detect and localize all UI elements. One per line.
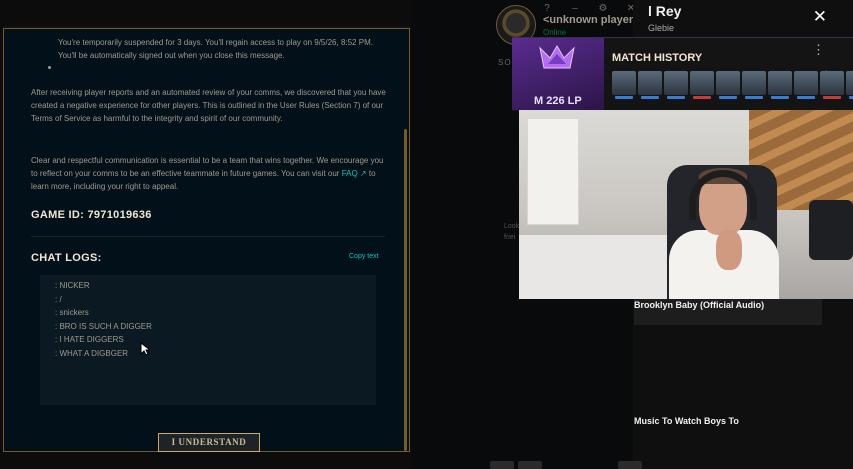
match-champion-icon[interactable]: [794, 71, 818, 99]
close-icon[interactable]: ✕: [813, 7, 827, 27]
client-window-controls: ? – ⚙ ✕: [542, 3, 636, 14]
guidance-text: Clear and respectful communication is es…: [31, 156, 384, 178]
player-control[interactable]: [518, 461, 542, 469]
player-status: Online: [543, 28, 567, 37]
game-id: GAME ID: 7971019636: [31, 209, 152, 221]
more-options-icon[interactable]: ⋮: [812, 42, 825, 58]
chat-log-box: : NICKER : / : snickers : BRO IS SUCH A …: [40, 275, 376, 405]
minimize-icon[interactable]: –: [570, 3, 580, 14]
match-champion-icon[interactable]: [846, 71, 853, 99]
suspension-notice: You're temporarily suspended for 3 days.…: [58, 38, 373, 60]
chat-line: : BRO IS SUCH A DIGGER: [55, 321, 152, 331]
chat-lines: : NICKER : / : snickers : BRO IS SUCH A …: [55, 279, 152, 360]
player-control[interactable]: [618, 461, 642, 469]
match-champion-icon[interactable]: [742, 71, 766, 99]
settings-gear-icon[interactable]: ⚙: [598, 3, 608, 14]
explanation-paragraph: After receiving player reports and an au…: [31, 88, 386, 123]
playlist-title: l Rey: [648, 3, 682, 19]
video-title-2[interactable]: Music To Watch Boys To: [634, 416, 739, 426]
chat-line: : /: [55, 294, 62, 304]
master-rank-emblem-icon: [539, 45, 575, 69]
match-champion-icon[interactable]: [716, 71, 740, 99]
match-champion-icon[interactable]: [820, 71, 844, 99]
guidance-paragraph: Clear and respectful communication is es…: [31, 154, 391, 193]
help-icon[interactable]: ?: [542, 3, 552, 14]
match-champion-icon[interactable]: [638, 71, 662, 99]
chat-line: : WHAT A DIGBGER: [55, 348, 129, 358]
match-champion-icon[interactable]: [664, 71, 688, 99]
chat-line: : snickers: [55, 308, 89, 317]
video-title-1[interactable]: Brooklyn Baby (Official Audio): [634, 300, 764, 310]
playlist-subtitle: Glebie: [648, 23, 675, 33]
chat-line: : NICKER: [55, 281, 90, 290]
rank-lp: M 226 LP: [534, 95, 582, 107]
copy-text-link[interactable]: Copy text: [349, 253, 379, 260]
background-app: ? – ⚙ ✕ <unknown player> Online SOU Look…: [412, 0, 853, 469]
match-list: [612, 71, 853, 99]
faq-link[interactable]: FAQ ↗: [342, 169, 367, 178]
i-understand-button[interactable]: I UNDERSTAND: [158, 433, 260, 452]
match-champion-icon[interactable]: [690, 71, 714, 99]
scrollbar-thumb[interactable]: [404, 129, 407, 451]
match-history-overlay: M 226 LP MATCH HISTORY ⋮ ︿: [512, 37, 853, 111]
match-history-title: MATCH HISTORY: [612, 52, 703, 64]
player-name: <unknown player>: [543, 14, 640, 26]
divider: [31, 236, 385, 237]
match-champion-icon[interactable]: [612, 71, 636, 99]
webcam-feed: [519, 110, 853, 299]
chat-line: : I HATE DIGGERS: [55, 335, 124, 344]
mouse-cursor-icon: [140, 342, 150, 356]
bullet-icon: [47, 65, 52, 70]
rank-panel: M 226 LP: [512, 38, 604, 110]
match-champion-icon[interactable]: [768, 71, 792, 99]
suspension-modal: You're temporarily suspended for 3 days.…: [3, 28, 410, 452]
player-control[interactable]: [490, 461, 514, 469]
chat-logs-heading: CHAT LOGS:: [31, 252, 102, 264]
